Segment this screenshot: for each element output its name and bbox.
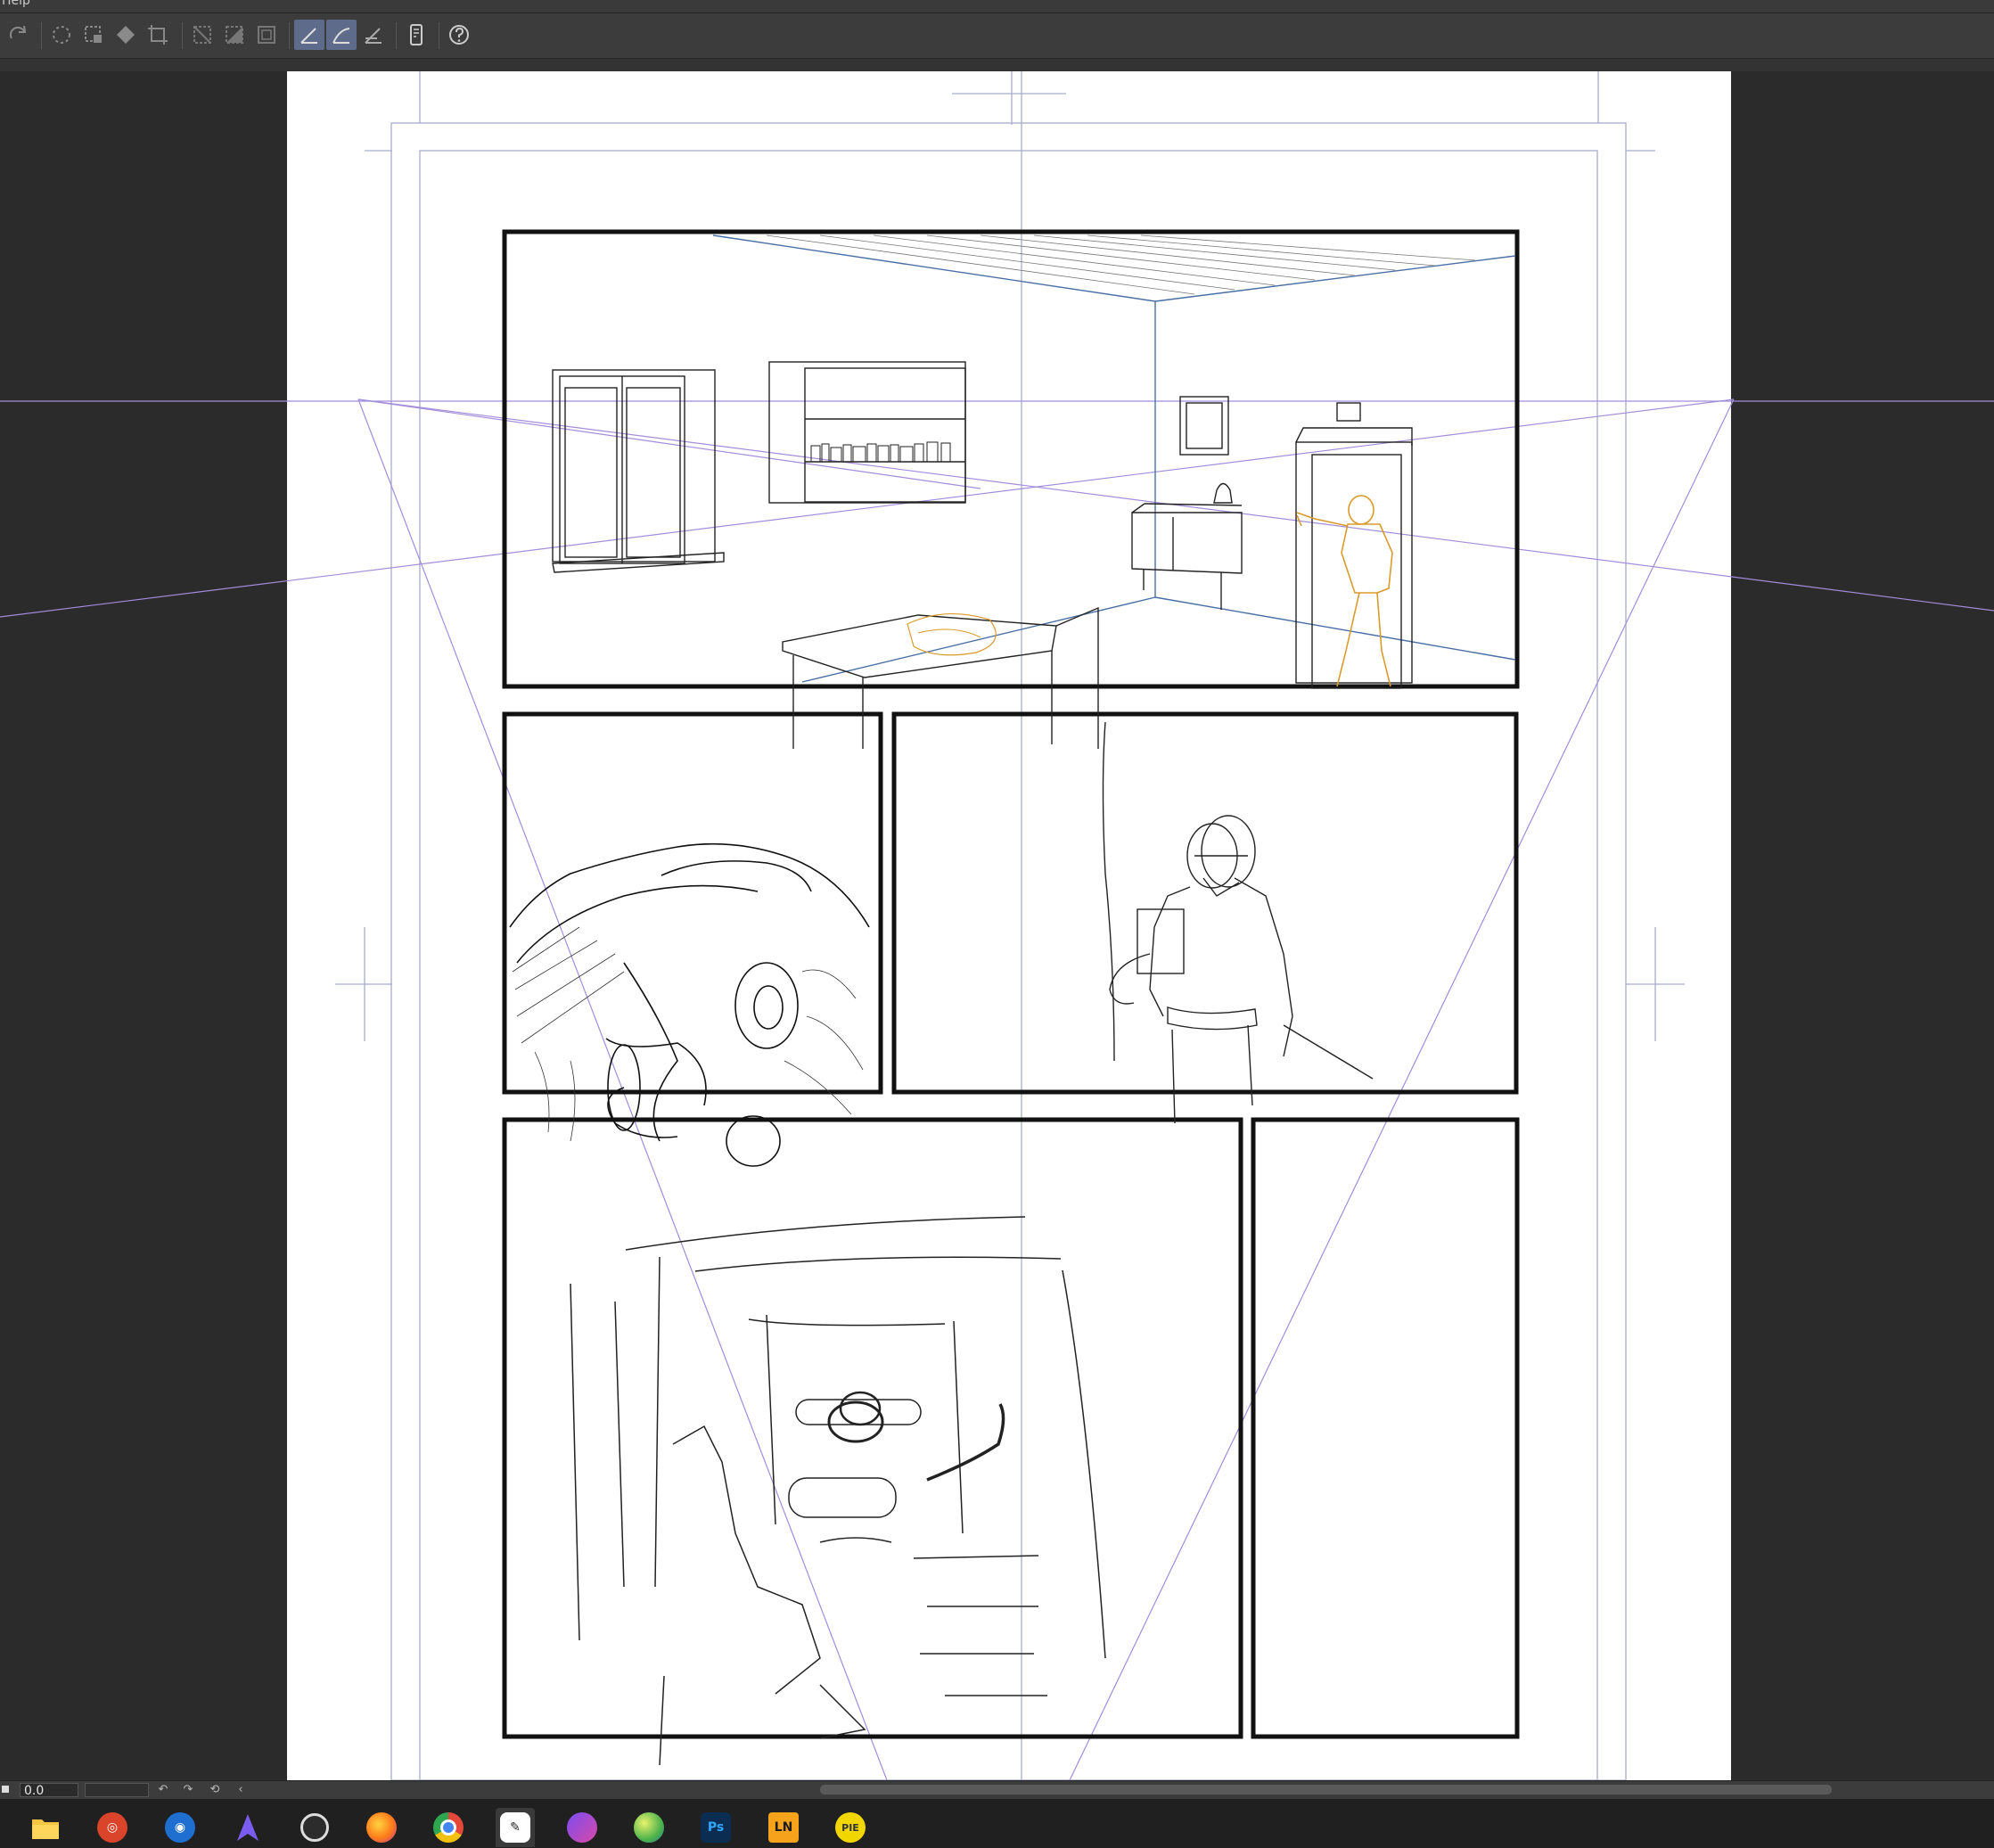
rotate-right-icon[interactable]: ↷ xyxy=(181,1782,195,1798)
page-artwork xyxy=(0,71,1994,1780)
trim-guides xyxy=(335,71,1685,1780)
app-green-sphere-icon[interactable] xyxy=(629,1808,669,1847)
help-icon[interactable] xyxy=(444,20,474,50)
command-bar xyxy=(0,13,1994,59)
grid-snap-icon[interactable] xyxy=(358,20,389,50)
app-red-swirl-icon[interactable]: ◎ xyxy=(93,1808,132,1847)
app-purple-shard-icon[interactable] xyxy=(228,1808,267,1847)
rough-thumbnail-sketch xyxy=(570,1216,1106,1766)
panel-1 xyxy=(502,229,1520,689)
menu-help[interactable]: Help xyxy=(2,0,30,8)
hide-outside-icon[interactable] xyxy=(187,20,217,50)
rotation-input[interactable]: 0.0 xyxy=(20,1783,78,1798)
browser-blue-icon[interactable]: ◉ xyxy=(160,1808,200,1847)
reset-rotation-icon[interactable]: ⟲ xyxy=(208,1782,222,1798)
person-rough-sketch xyxy=(907,495,1393,687)
firefox-icon[interactable] xyxy=(362,1808,401,1847)
ruler-snap-icon[interactable] xyxy=(294,20,324,50)
status-bar: 0.0 ↶ ↷ ⟲ ‹ xyxy=(0,1780,1994,1799)
file-explorer-icon[interactable] xyxy=(26,1808,65,1847)
canvas-area[interactable] xyxy=(0,71,1994,1780)
panel-5 xyxy=(1251,1117,1520,1739)
photoshop-icon[interactable]: Ps xyxy=(696,1808,735,1847)
selection-launcher-icon[interactable] xyxy=(46,20,77,50)
tablet-icon[interactable] xyxy=(401,20,431,50)
panel-3 xyxy=(891,711,1519,1095)
figure-sketch xyxy=(1102,721,1374,1124)
collapse-icon[interactable]: ‹ xyxy=(234,1782,248,1798)
redo-icon[interactable] xyxy=(4,20,34,50)
app-target-icon[interactable] xyxy=(295,1808,334,1847)
horizontal-scrollbar[interactable] xyxy=(820,1785,1832,1795)
panel-4 xyxy=(502,1117,1243,1739)
room-sketch xyxy=(552,234,1516,749)
fill-selection-icon[interactable] xyxy=(219,20,250,50)
marquee-select-icon[interactable] xyxy=(78,20,109,50)
frame-border-icon[interactable] xyxy=(251,20,282,50)
toolbar-shadow xyxy=(0,59,1994,71)
chrome-icon[interactable] xyxy=(429,1808,468,1847)
app-pink-icon[interactable] xyxy=(562,1808,602,1847)
panel-2 xyxy=(502,711,883,1095)
transform-icon[interactable] xyxy=(143,20,173,50)
windows-taskbar: ◎ ◉ ✎ Ps LN PIE xyxy=(0,1799,1994,1848)
status-indicator xyxy=(2,1786,9,1793)
menu-bar: Help xyxy=(0,0,1994,13)
app-yellow-pie-icon[interactable]: PIE xyxy=(831,1808,870,1847)
rotation-slider[interactable] xyxy=(85,1783,149,1797)
app-orange-ln-icon[interactable]: LN xyxy=(764,1808,803,1847)
special-ruler-snap-icon[interactable] xyxy=(326,20,357,50)
fill-icon[interactable] xyxy=(111,20,141,50)
rotate-left-icon[interactable]: ↶ xyxy=(156,1782,170,1798)
clip-studio-paint-icon[interactable]: ✎ xyxy=(496,1808,535,1847)
